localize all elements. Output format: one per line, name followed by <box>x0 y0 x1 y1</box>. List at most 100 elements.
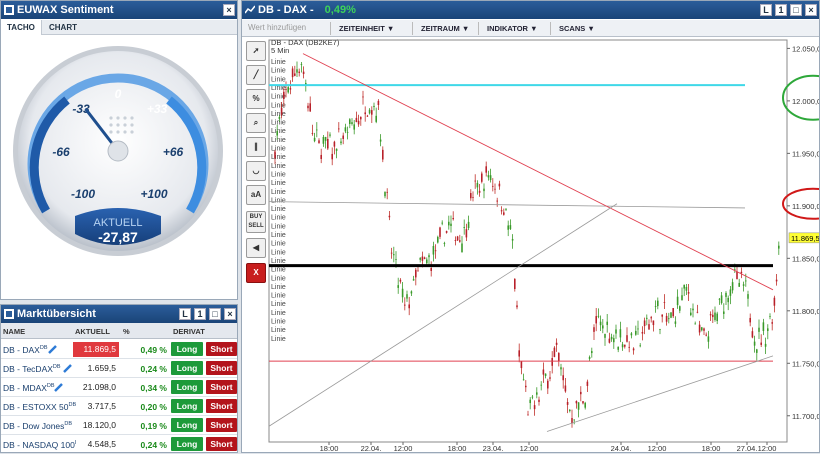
edit-pencil-icon[interactable] <box>48 344 58 354</box>
candle-body <box>423 257 426 259</box>
short-button[interactable]: Short <box>206 418 237 432</box>
candle-body <box>452 218 454 220</box>
candle-body <box>773 297 776 306</box>
close-button[interactable]: × <box>223 4 235 16</box>
candle-body <box>725 292 727 297</box>
x-tick-label: 27.04. <box>737 444 758 452</box>
short-button[interactable]: Short <box>206 437 237 451</box>
menu-zeitraum[interactable]: ZEITRAUM ▼ <box>412 22 476 35</box>
line-tool-icon[interactable]: ╱ <box>246 65 266 85</box>
chart-panel: DB - DAX - 0,49% L 1 □ × Wert hinzufügen… <box>241 0 820 453</box>
link-icon[interactable]: L <box>760 4 772 16</box>
instrument-name[interactable]: DB - Dow JonesDB <box>3 421 72 431</box>
table-row[interactable]: DB - DAXDB 11.869,5 0,49 % Long Short <box>1 340 237 359</box>
sound-icon[interactable]: ◀ <box>246 238 266 258</box>
candle-body <box>285 89 287 90</box>
gauge-label-0: 0 <box>115 87 122 101</box>
instrument-name[interactable]: DB - NASDAQ 100I <box>3 440 76 450</box>
candle-body <box>461 243 463 253</box>
close-button[interactable]: × <box>805 4 817 16</box>
menu-zeitraum-label: ZEITRAUM <box>421 24 460 33</box>
line-label: Linie <box>271 59 286 66</box>
parallel-tool-icon[interactable]: ∥ <box>246 137 266 157</box>
line-label: Linie <box>271 336 286 343</box>
candle-body <box>397 285 399 288</box>
candle-body <box>604 333 606 338</box>
price-chart[interactable]: 12.050,0 12.000,0 11.950,0 11.900,0 11.850,0… <box>267 38 819 452</box>
short-button[interactable]: Short <box>206 361 237 375</box>
candle-body <box>459 240 461 242</box>
candle-body <box>720 295 723 304</box>
short-button[interactable]: Short <box>206 380 237 394</box>
candle-body <box>307 105 309 109</box>
delete-icon[interactable]: X <box>246 263 266 283</box>
table-row[interactable]: DB - ESTOXX 50DB 3.717,5 0,20 % Long Short <box>1 397 237 416</box>
zoom-tool-icon[interactable]: ⌕ <box>246 113 266 133</box>
long-button[interactable]: Long <box>171 361 203 375</box>
one-icon[interactable]: 1 <box>194 308 206 320</box>
table-row[interactable]: DB - NASDAQ 100I 4.548,5 0,24 % Long Short <box>1 435 237 454</box>
buy-sell-button[interactable]: BUY SELL <box>246 211 266 233</box>
percent-tool-icon[interactable]: % <box>246 89 266 109</box>
candle-body <box>349 119 351 124</box>
curve-tool-icon[interactable]: ◡ <box>246 161 266 181</box>
candle-body <box>291 68 294 78</box>
menu-scans-label: SCANS <box>559 24 586 33</box>
long-button[interactable]: Long <box>171 437 203 451</box>
candle-body <box>395 259 397 260</box>
chart-line-icon <box>245 5 255 14</box>
candle-body <box>483 188 485 192</box>
candle-body <box>476 182 479 188</box>
candle-body <box>615 329 617 334</box>
cursor-tool-icon[interactable]: ➚ <box>246 41 266 61</box>
instrument-change: 0,20 % <box>140 402 167 412</box>
candle-body <box>366 115 369 117</box>
table-row[interactable]: DB - MDAXDB 21.098,0 0,34 % Long Short <box>1 378 237 397</box>
instrument-change: 0,24 % <box>140 440 167 450</box>
window-icon[interactable]: □ <box>209 308 221 320</box>
table-row[interactable]: DB - TecDAXDB 1.659,5 0,24 % Long Short <box>1 359 237 378</box>
instrument-name[interactable]: DB - TecDAXDB <box>3 364 61 374</box>
candle-body <box>540 384 542 386</box>
chart-header: DB - DAX - 0,49% L 1 □ × <box>242 1 819 19</box>
window-icon[interactable]: □ <box>790 4 802 16</box>
candle-body <box>635 330 637 335</box>
edit-pencil-icon[interactable] <box>63 363 73 373</box>
menu-indikator[interactable]: INDIKATOR ▼ <box>478 22 548 35</box>
candle-body <box>467 221 470 229</box>
candle-body <box>775 279 778 282</box>
long-button[interactable]: Long <box>171 342 203 356</box>
one-icon[interactable]: 1 <box>775 4 787 16</box>
short-button[interactable]: Short <box>206 399 237 413</box>
market-title: Marktübersicht <box>17 308 96 320</box>
gauge-label-p33: +33 <box>147 102 168 116</box>
menu-zeiteinheit[interactable]: ZEITEINHEIT ▼ <box>330 22 410 35</box>
line-label: Linie <box>271 215 286 222</box>
table-row[interactable]: DB - Dow JonesDB 18.120,0 0,19 % Long Short <box>1 416 237 435</box>
instrument-name[interactable]: DB - MDAXDB <box>3 383 55 393</box>
text-tool-icon[interactable]: aA <box>246 185 266 205</box>
long-button[interactable]: Long <box>171 380 203 394</box>
long-button[interactable]: Long <box>171 399 203 413</box>
candle-body <box>276 131 278 136</box>
candle-body <box>342 135 344 139</box>
tab-tacho[interactable]: TACHO <box>1 20 42 35</box>
chart-toolbar: Wert hinzufügen ZEITEINHEIT ▼ ZEITRAUM ▼… <box>242 20 819 37</box>
candle-body <box>769 316 771 317</box>
tab-chart[interactable]: CHART <box>43 20 83 35</box>
line-label: Linie <box>271 154 286 161</box>
candle-body <box>302 71 305 75</box>
link-icon[interactable]: L <box>179 308 191 320</box>
long-button[interactable]: Long <box>171 418 203 432</box>
instrument-name[interactable]: DB - DAXDB <box>3 345 47 355</box>
candle-body <box>351 122 353 124</box>
candle-body <box>549 377 551 379</box>
instrument-name[interactable]: DB - ESTOXX 50DB <box>3 402 76 412</box>
close-button[interactable]: × <box>224 308 236 320</box>
candle-body <box>428 255 430 258</box>
candle-body <box>430 267 432 271</box>
add-value-input[interactable]: Wert hinzufügen <box>248 23 306 32</box>
menu-scans[interactable]: SCANS ▼ <box>550 22 600 35</box>
short-button[interactable]: Short <box>206 342 237 356</box>
edit-pencil-icon[interactable] <box>54 382 64 392</box>
